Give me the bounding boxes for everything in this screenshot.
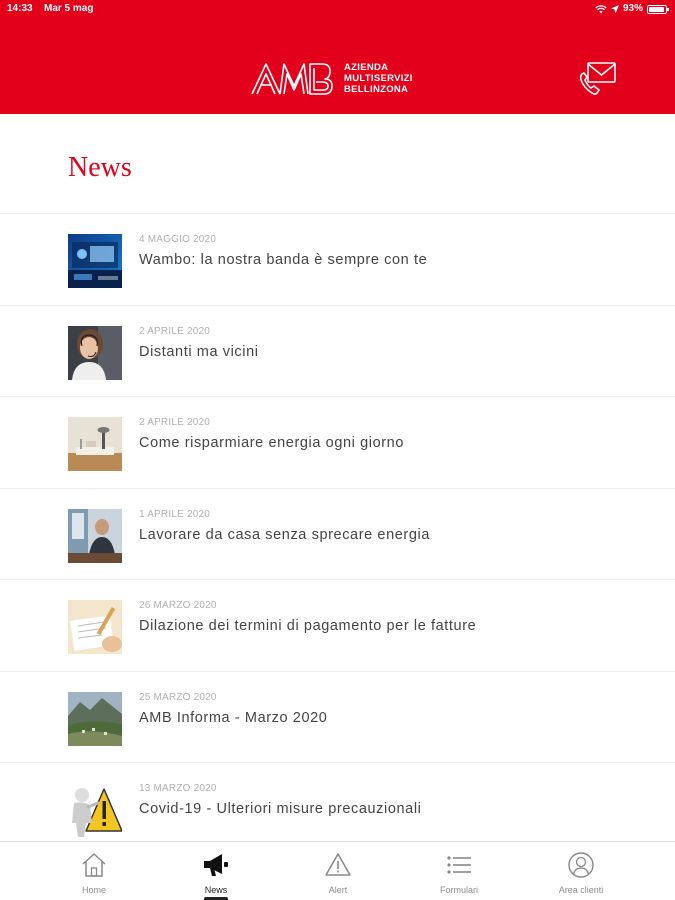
- megaphone-icon: [204, 854, 228, 876]
- logo-line-2: MULTISERVIZI: [344, 72, 413, 84]
- tab-alert[interactable]: Alert: [293, 842, 383, 900]
- tab-label: Home: [81, 885, 106, 895]
- news-date: 1 APRILE 2020: [139, 508, 210, 520]
- tab-formulari[interactable]: Formulari: [414, 842, 504, 900]
- news-title: Lavorare da casa senza sprecare energia: [139, 526, 431, 543]
- logo-text: AZIENDA MULTISERVIZI BELLINZONA: [344, 62, 413, 95]
- alert-triangle-icon: [325, 853, 351, 876]
- battery-percent: 93%: [622, 3, 643, 14]
- news-item[interactable]: 2 APRILE 2020 Come risparmiare energia o…: [0, 397, 675, 489]
- news-title: Come risparmiare energia ogni giorno: [139, 435, 404, 451]
- contact-button[interactable]: [578, 60, 618, 96]
- status-bar: 14:33 Mar 5 mag 93%: [0, 0, 675, 18]
- tab-label: News: [204, 885, 228, 895]
- tab-home[interactable]: Home: [49, 842, 139, 900]
- logo-line-1: AZIENDA: [344, 61, 389, 73]
- tab-label: Alert: [328, 885, 348, 895]
- status-right: 93%: [595, 0, 669, 18]
- news-date: 25 MARZO 2020: [139, 691, 217, 703]
- wifi-icon: [595, 4, 607, 13]
- tab-bar: Home News Alert Formulari Area clienti: [0, 841, 675, 900]
- thumbnail-warning: [68, 783, 122, 837]
- thumbnail-home-office: [68, 508, 122, 563]
- thumbnail-invoice: [68, 600, 122, 654]
- thumbnail-energy-desk: [68, 417, 122, 471]
- status-date: Mar 5 mag: [44, 3, 94, 14]
- news-title: Wambo: la nostra banda è sempre con te: [139, 252, 428, 268]
- battery-fill: [649, 6, 664, 12]
- tab-label: Formulari: [439, 885, 478, 895]
- amb-logo-mark: [251, 63, 333, 95]
- news-date: 26 MARZO 2020: [139, 600, 217, 611]
- app-header: 14:33 Mar 5 mag 93% AZIENDA MULTISERVIZI…: [0, 0, 675, 114]
- tab-news[interactable]: News: [171, 842, 261, 900]
- news-title: Dilazione dei termini di pagamento per l…: [139, 618, 477, 634]
- mail-phone-icon: [579, 62, 616, 95]
- thumbnail-call-center: [68, 325, 122, 380]
- news-item[interactable]: 26 MARZO 2020 Dilazione dei termini di p…: [0, 580, 675, 672]
- news-item[interactable]: 4 MAGGIO 2020 Wambo: la nostra banda è s…: [0, 214, 675, 306]
- news-date: 4 MAGGIO 2020: [139, 234, 217, 245]
- news-list: 4 MAGGIO 2020 Wambo: la nostra banda è s…: [0, 213, 675, 855]
- news-item[interactable]: 1 APRILE 2020 Lavorare da casa senza spr…: [0, 489, 675, 580]
- tab-area-clienti[interactable]: Area clienti: [536, 842, 626, 900]
- news-date: 2 APRILE 2020: [139, 417, 210, 428]
- news-date: 2 APRILE 2020: [139, 325, 210, 337]
- news-date: 13 MARZO 2020: [139, 783, 217, 794]
- news-title: Covid-19 - Ulteriori misure precauzional…: [139, 801, 422, 817]
- location-icon: [610, 4, 619, 13]
- page-title: News: [68, 152, 132, 183]
- battery-icon: [647, 4, 669, 14]
- status-time: 14:33: [7, 3, 33, 14]
- logo-line-3: BELLINZONA: [344, 83, 409, 95]
- news-title: Distanti ma vicini: [139, 343, 259, 360]
- news-item[interactable]: 2 APRILE 2020 Distanti ma vicini: [0, 306, 675, 397]
- news-title: AMB Informa - Marzo 2020: [139, 709, 328, 726]
- thumbnail-valley: [68, 691, 122, 746]
- user-circle-icon: [568, 852, 594, 878]
- list-icon: [447, 856, 471, 874]
- tab-label: Area clienti: [558, 885, 604, 895]
- thumbnail-wambo: [68, 234, 122, 288]
- home-icon: [82, 853, 106, 877]
- news-item[interactable]: 25 MARZO 2020 AMB Informa - Marzo 2020: [0, 672, 675, 763]
- amb-logo: AZIENDA MULTISERVIZI BELLINZONA: [250, 58, 413, 98]
